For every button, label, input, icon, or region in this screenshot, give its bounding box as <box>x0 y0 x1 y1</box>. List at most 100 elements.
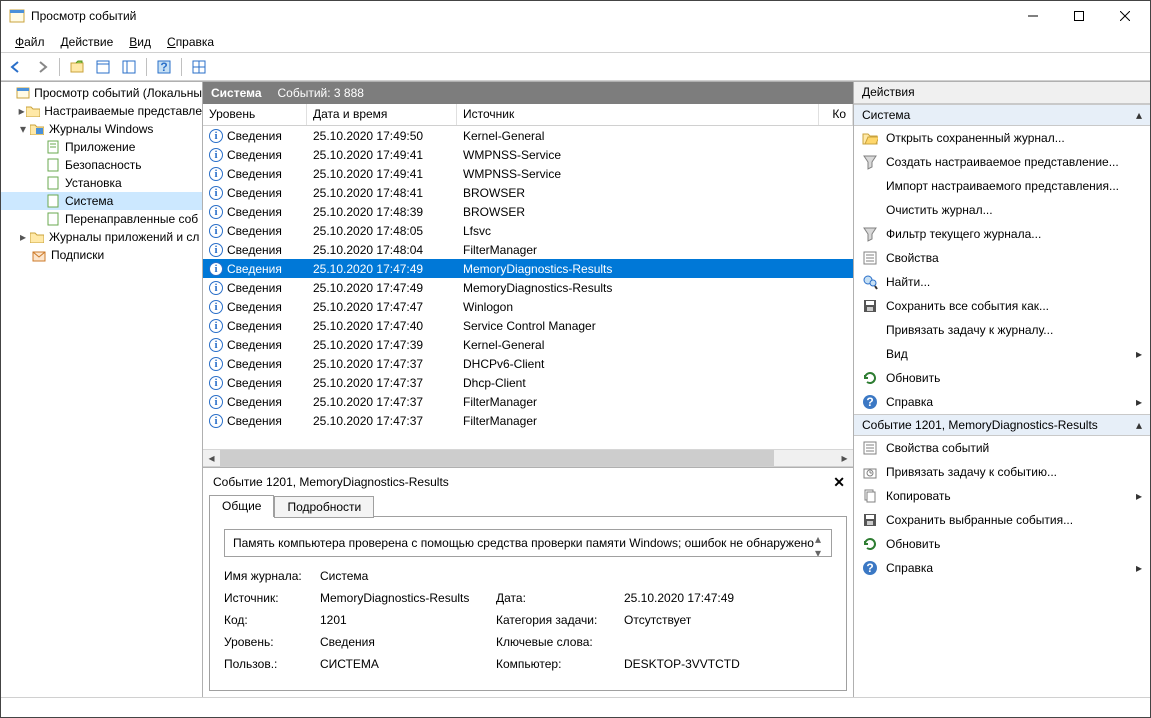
event-rows[interactable]: iСведения25.10.2020 17:49:50Kernel-Gener… <box>203 126 853 449</box>
table-row[interactable]: iСведения25.10.2020 17:47:49MemoryDiagno… <box>203 278 853 297</box>
actions-system-header: Система <box>862 108 910 122</box>
detail-close-button[interactable]: ✕ <box>833 474 845 491</box>
value-user: СИСТЕМА <box>320 657 496 671</box>
actions-section-system[interactable]: Система ▴ <box>854 104 1150 126</box>
scroll-down-icon[interactable]: ▾ <box>815 546 829 557</box>
tab-details[interactable]: Подробности <box>274 496 374 518</box>
menu-help[interactable]: Справка <box>159 33 222 51</box>
table-row[interactable]: iСведения25.10.2020 17:48:05Lfsvc <box>203 221 853 240</box>
table-row[interactable]: iСведения25.10.2020 17:47:40Service Cont… <box>203 316 853 335</box>
action-help-event[interactable]: ?Справка▸ <box>854 556 1150 580</box>
expand-icon[interactable]: ▸ <box>17 230 29 244</box>
table-row[interactable]: iСведения25.10.2020 17:47:37FilterManage… <box>203 392 853 411</box>
action-attach-task-event[interactable]: Привязать задачу к событию... <box>854 460 1150 484</box>
tree-item-setup[interactable]: Установка <box>1 174 202 192</box>
info-icon: i <box>209 319 223 333</box>
collapse-up-icon[interactable]: ▴ <box>1136 418 1142 432</box>
action-event-properties[interactable]: Свойства событий <box>854 436 1150 460</box>
folder-icon <box>26 103 40 119</box>
col-date[interactable]: Дата и время <box>307 104 457 125</box>
table-row[interactable]: iСведения25.10.2020 17:47:47Winlogon <box>203 297 853 316</box>
expand-icon[interactable]: ▸ <box>17 104 26 118</box>
action-label: Фильтр текущего журнала... <box>886 227 1041 241</box>
action-copy[interactable]: Копировать▸ <box>854 484 1150 508</box>
scroll-up-icon[interactable]: ▴ <box>815 532 829 546</box>
action-import-custom-view[interactable]: Импорт настраиваемого представления... <box>854 174 1150 198</box>
action-view[interactable]: Вид▸ <box>854 342 1150 366</box>
table-row[interactable]: iСведения25.10.2020 17:47:39Kernel-Gener… <box>203 335 853 354</box>
table-row[interactable]: iСведения25.10.2020 17:49:41WMPNSS-Servi… <box>203 164 853 183</box>
tree-item-system[interactable]: Система <box>1 192 202 210</box>
table-row[interactable]: iСведения25.10.2020 17:49:50Kernel-Gener… <box>203 126 853 145</box>
value-date: 25.10.2020 17:47:49 <box>624 591 804 605</box>
action-open-saved-log[interactable]: Открыть сохраненный журнал... <box>854 126 1150 150</box>
help-toolbar-button[interactable]: ? <box>153 56 175 78</box>
tree-pane[interactable]: Просмотр событий (Локальны ▸ Настраиваем… <box>1 82 203 697</box>
action-filter-current-log[interactable]: Фильтр текущего журнала... <box>854 222 1150 246</box>
action-refresh[interactable]: Обновить <box>854 366 1150 390</box>
action-refresh-event[interactable]: Обновить <box>854 532 1150 556</box>
cell-date: 25.10.2020 17:49:41 <box>307 148 457 162</box>
menu-file[interactable]: Файл <box>7 33 53 51</box>
action-find[interactable]: Найти... <box>854 270 1150 294</box>
table-row[interactable]: iСведения25.10.2020 17:47:37Dhcp-Client <box>203 373 853 392</box>
tree-windows-logs[interactable]: ▾ Журналы Windows <box>1 120 202 138</box>
col-source[interactable]: Источник <box>457 104 819 125</box>
back-button[interactable] <box>5 56 27 78</box>
tree-custom-views[interactable]: ▸ Настраиваемые представле <box>1 102 202 120</box>
minimize-button[interactable] <box>1010 2 1056 30</box>
horizontal-scrollbar[interactable]: ◂ ▸ <box>203 449 853 466</box>
action-label: Обновить <box>886 371 940 385</box>
tree-root[interactable]: Просмотр событий (Локальны <box>1 84 202 102</box>
layout-button-1[interactable] <box>92 56 114 78</box>
action-save-selected[interactable]: Сохранить выбранные события... <box>854 508 1150 532</box>
folder-icon <box>29 229 45 245</box>
tab-general[interactable]: Общие <box>209 495 274 517</box>
action-label: Сохранить все события как... <box>886 299 1049 313</box>
action-clear-log[interactable]: Очистить журнал... <box>854 198 1150 222</box>
table-row[interactable]: iСведения25.10.2020 17:48:04FilterManage… <box>203 240 853 259</box>
table-row[interactable]: iСведения25.10.2020 17:48:41BROWSER <box>203 183 853 202</box>
action-attach-task-log[interactable]: Привязать задачу к журналу... <box>854 318 1150 342</box>
attach-icon <box>862 464 878 480</box>
col-code[interactable]: Ко <box>819 104 853 125</box>
menu-action[interactable]: Действие <box>53 33 122 51</box>
col-level[interactable]: Уровень <box>203 104 307 125</box>
cell-date: 25.10.2020 17:47:37 <box>307 395 457 409</box>
table-row[interactable]: iСведения25.10.2020 17:47:37FilterManage… <box>203 411 853 430</box>
maximize-button[interactable] <box>1056 2 1102 30</box>
tree-item-forwarded[interactable]: Перенаправленные соб <box>1 210 202 228</box>
table-row[interactable]: iСведения25.10.2020 17:47:37DHCPv6-Clien… <box>203 354 853 373</box>
action-label: Импорт настраиваемого представления... <box>886 179 1119 193</box>
chevron-right-icon: ▸ <box>1136 395 1142 409</box>
tree-subscriptions[interactable]: Подписки <box>1 246 202 264</box>
value-source: MemoryDiagnostics-Results <box>320 591 496 605</box>
action-label: Копировать <box>886 489 951 503</box>
table-row[interactable]: iСведения25.10.2020 17:48:39BROWSER <box>203 202 853 221</box>
forward-button[interactable] <box>31 56 53 78</box>
scroll-right-icon[interactable]: ▸ <box>836 450 853 467</box>
scroll-thumb[interactable] <box>220 450 774 466</box>
blank-icon <box>862 202 878 218</box>
layout-button-2[interactable] <box>118 56 140 78</box>
action-properties[interactable]: Свойства <box>854 246 1150 270</box>
tree-item-security[interactable]: Безопасность <box>1 156 202 174</box>
info-icon: i <box>209 243 223 257</box>
menu-view[interactable]: Вид <box>121 33 159 51</box>
close-button[interactable] <box>1102 2 1148 30</box>
action-save-all-events[interactable]: Сохранить все события как... <box>854 294 1150 318</box>
tree-forwarded-label: Перенаправленные соб <box>65 212 198 226</box>
value-computer: DESKTOP-3VVTCTD <box>624 657 804 671</box>
collapse-icon[interactable]: ▾ <box>17 122 29 136</box>
table-row[interactable]: iСведения25.10.2020 17:49:41WMPNSS-Servi… <box>203 145 853 164</box>
layout-button-3[interactable] <box>188 56 210 78</box>
show-hide-tree-button[interactable] <box>66 56 88 78</box>
action-create-custom-view[interactable]: Создать настраиваемое представление... <box>854 150 1150 174</box>
tree-app-services-logs[interactable]: ▸ Журналы приложений и сл <box>1 228 202 246</box>
action-help[interactable]: ?Справка▸ <box>854 390 1150 414</box>
actions-section-event[interactable]: Событие 1201, MemoryDiagnostics-Results … <box>854 414 1150 436</box>
scroll-left-icon[interactable]: ◂ <box>203 450 220 467</box>
tree-item-application[interactable]: Приложение <box>1 138 202 156</box>
collapse-up-icon[interactable]: ▴ <box>1136 108 1142 122</box>
table-row[interactable]: iСведения25.10.2020 17:47:49MemoryDiagno… <box>203 259 853 278</box>
